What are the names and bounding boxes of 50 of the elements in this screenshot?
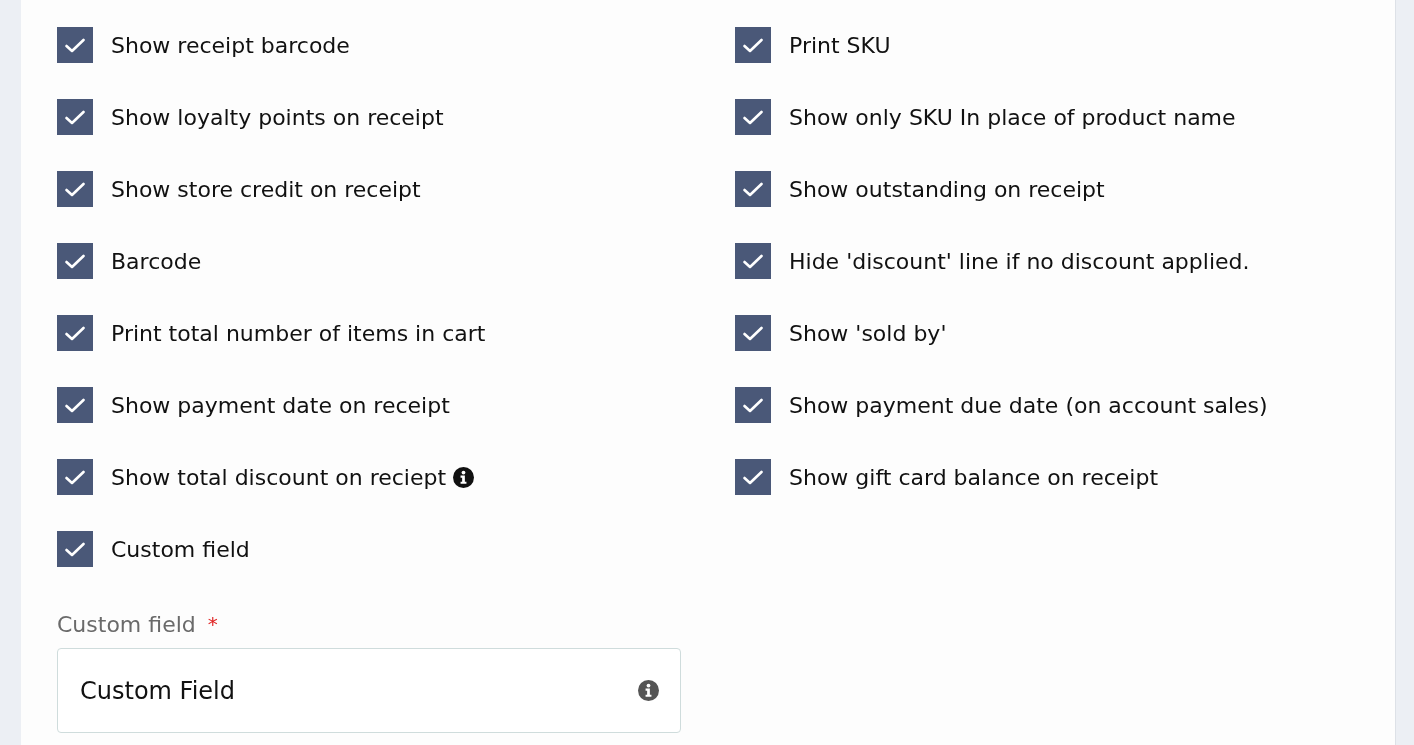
checkbox[interactable]: [735, 99, 771, 135]
checkbox[interactable]: [57, 531, 93, 567]
checkbox[interactable]: [57, 243, 93, 279]
check-icon: [65, 541, 85, 557]
check-icon: [743, 109, 763, 125]
info-icon[interactable]: [453, 466, 475, 488]
checkbox[interactable]: [735, 243, 771, 279]
checkbox-label: Show payment date on receipt: [111, 392, 450, 418]
custom-field-input[interactable]: Custom Field: [57, 648, 681, 733]
checkbox[interactable]: [57, 387, 93, 423]
checkbox[interactable]: [735, 27, 771, 63]
check-icon: [65, 109, 85, 125]
checkbox[interactable]: [57, 315, 93, 351]
checkbox-label: Custom field: [111, 536, 250, 562]
check-icon: [65, 469, 85, 485]
field-label: Custom field: [57, 611, 196, 637]
info-icon[interactable]: [638, 680, 659, 701]
check-icon: [743, 397, 763, 413]
checkbox-label: Show loyalty points on receipt: [111, 104, 444, 130]
check-icon: [65, 181, 85, 197]
checkbox[interactable]: [735, 171, 771, 207]
checkbox[interactable]: [735, 459, 771, 495]
check-icon: [743, 253, 763, 269]
check-icon: [65, 253, 85, 269]
required-mark: *: [207, 612, 218, 636]
checkbox-label: Show 'sold by': [789, 320, 947, 346]
check-icon: [743, 469, 763, 485]
check-icon: [65, 397, 85, 413]
checkbox[interactable]: [735, 315, 771, 351]
checkbox[interactable]: [57, 27, 93, 63]
checkbox-label: Show total discount on reciept: [111, 464, 447, 490]
check-icon: [65, 37, 85, 53]
checkbox-label: Show payment due date (on account sales): [789, 392, 1268, 418]
check-icon: [743, 325, 763, 341]
checkbox-label: Show outstanding on receipt: [789, 176, 1105, 202]
check-icon: [743, 37, 763, 53]
checkbox-label: Barcode: [111, 248, 202, 274]
checkbox-label: Show gift card balance on receipt: [789, 464, 1159, 490]
checkbox[interactable]: [57, 99, 93, 135]
checkbox-label: Show only SKU In place of product name: [789, 104, 1236, 130]
checkbox[interactable]: [735, 387, 771, 423]
checkbox-label: Show store credit on receipt: [111, 176, 421, 202]
checkbox-label: Show receipt barcode: [111, 32, 350, 58]
check-icon: [743, 181, 763, 197]
checkbox[interactable]: [57, 171, 93, 207]
checkbox-label: Print total number of items in cart: [111, 320, 486, 346]
checkbox[interactable]: [57, 459, 93, 495]
checkbox-label: Print SKU: [789, 32, 891, 58]
check-icon: [65, 325, 85, 341]
checkbox-label: Hide 'discount' line if no discount applied.: [789, 248, 1250, 274]
